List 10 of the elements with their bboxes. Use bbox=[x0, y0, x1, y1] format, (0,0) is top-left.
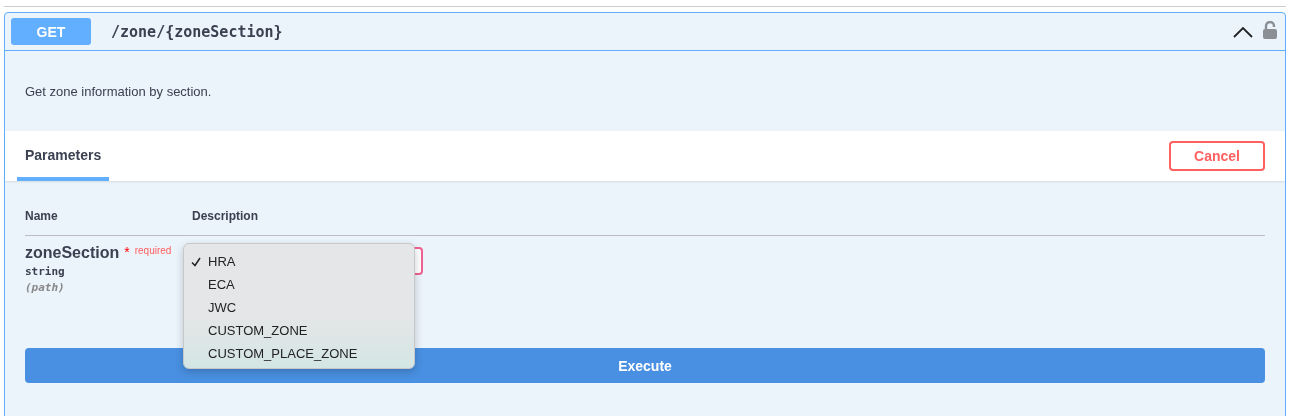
column-header: Name bbox=[25, 209, 59, 223]
parameter-name: zoneSection bbox=[25, 244, 120, 262]
column-header: Description bbox=[192, 209, 258, 223]
method-badge: GET bbox=[11, 18, 91, 45]
required-mark: * bbox=[124, 244, 130, 260]
operation-summary: Get zone information by section. bbox=[25, 83, 212, 99]
parameter-location: (path) bbox=[25, 281, 65, 294]
parameter-type: string bbox=[25, 265, 65, 278]
endpoint-path: /zone/{zoneSection} bbox=[111, 22, 283, 41]
required-label: required bbox=[134, 245, 172, 256]
